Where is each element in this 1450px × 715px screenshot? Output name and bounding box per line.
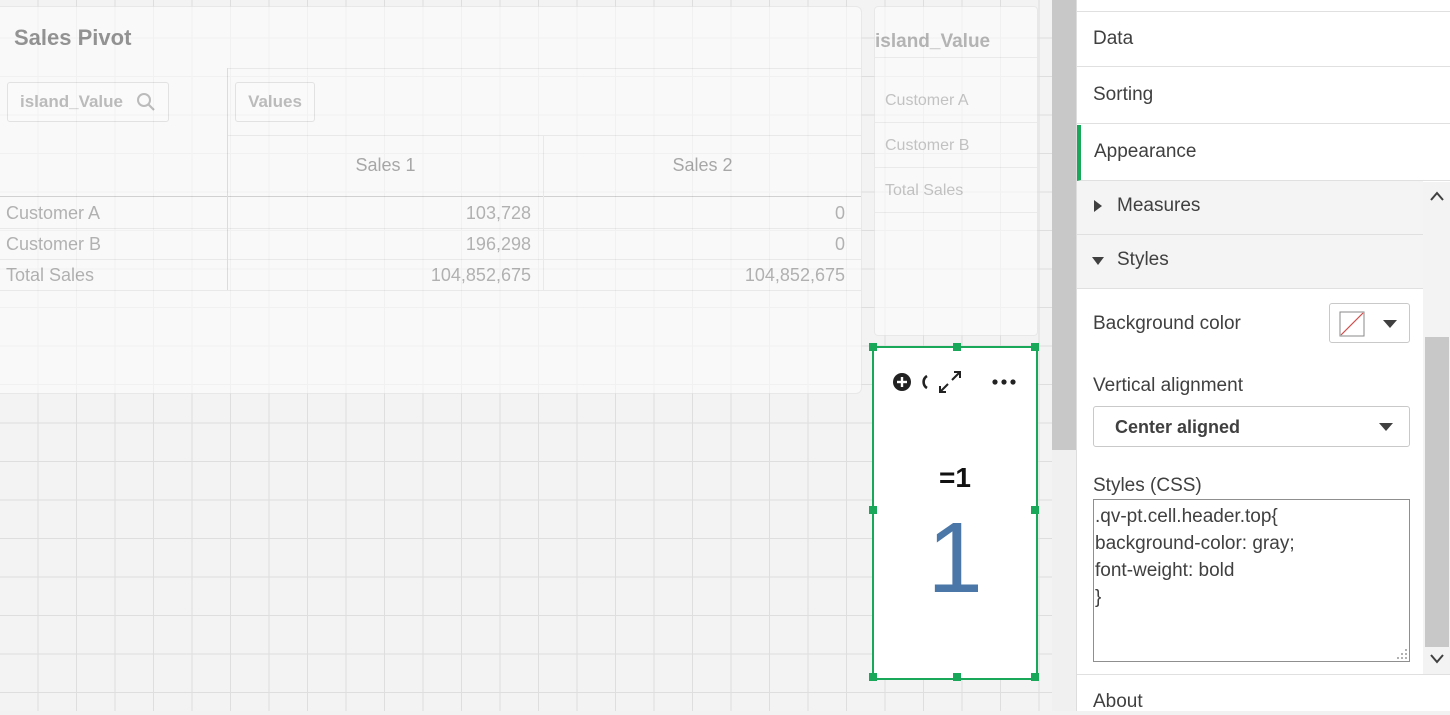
table-cell: 104,852,675	[744, 265, 845, 285]
subsection-styles[interactable]: Styles	[1077, 235, 1423, 289]
section-sorting[interactable]: Sorting	[1077, 68, 1450, 124]
caret-down-icon	[1092, 257, 1104, 265]
pivot-title: Sales Pivot	[14, 25, 132, 50]
kpi-value: 1	[927, 502, 983, 614]
section-label: Data	[1093, 28, 1134, 49]
properties-panel: Data Sorting Appearance Measures Styles …	[1076, 0, 1450, 712]
resize-handle[interactable]	[953, 343, 961, 351]
column-header-sales2[interactable]: Sales 2	[544, 155, 861, 176]
divider	[875, 57, 1037, 58]
canvas-scrollbar[interactable]	[1052, 0, 1076, 711]
styles-css-textarea[interactable]: .qv-pt.cell.header.top{ background-color…	[1093, 499, 1410, 662]
resize-handle[interactable]	[1031, 343, 1039, 351]
refresh-icon[interactable]	[918, 372, 928, 392]
filter-item[interactable]: Total Sales	[885, 182, 963, 200]
scroll-up-icon[interactable]	[1430, 191, 1444, 201]
row-label[interactable]: Customer A	[6, 203, 100, 224]
select-value: Center aligned	[1115, 417, 1241, 437]
table-cell: 0	[834, 203, 845, 223]
table-cell: 0	[834, 234, 845, 254]
object-toolbar	[892, 370, 1022, 394]
scroll-down-icon[interactable]	[1430, 654, 1444, 664]
subsection-label: Measures	[1117, 195, 1201, 216]
formula-label: =1	[939, 462, 971, 493]
panel-scrollbar[interactable]	[1423, 182, 1450, 674]
grid-line	[0, 290, 861, 291]
section-label: Sorting	[1093, 84, 1154, 105]
resize-grip-icon[interactable]	[1396, 648, 1408, 660]
filter-item[interactable]: Customer A	[885, 92, 969, 110]
resize-handle[interactable]	[869, 343, 877, 351]
search-icon	[137, 93, 155, 111]
caret-right-icon	[1094, 200, 1102, 212]
pivot-table[interactable]: Sales Pivot island_Value Values Sales 1 …	[0, 6, 862, 394]
grid-line	[0, 259, 861, 260]
grid-line	[0, 228, 861, 229]
section-data[interactable]: Data	[1077, 11, 1450, 67]
no-color-swatch-icon	[1339, 311, 1365, 337]
background-color-label: Background color	[1093, 313, 1241, 334]
dropdown-arrow-icon	[1383, 320, 1397, 328]
filter-pane[interactable]: island_Value Customer A Customer B Total…	[874, 6, 1038, 336]
more-options-icon[interactable]	[992, 378, 1016, 386]
column-header-sales1[interactable]: Sales 1	[228, 155, 543, 176]
section-label: Appearance	[1094, 141, 1197, 162]
section-about[interactable]: About	[1077, 674, 1450, 715]
subsection-measures[interactable]: Measures	[1077, 181, 1423, 235]
sheet-canvas[interactable]: Sales Pivot island_Value Values Sales 1 …	[0, 0, 1052, 711]
section-label: About	[1093, 691, 1143, 712]
divider	[875, 167, 1037, 168]
filter-title: island_Value	[875, 31, 991, 52]
resize-handle[interactable]	[953, 673, 961, 681]
dimension-chip-label: island_Value	[20, 92, 123, 111]
grid-line	[227, 135, 861, 136]
background-color-picker[interactable]	[1329, 303, 1410, 343]
styles-css-label: Styles (CSS)	[1093, 475, 1202, 496]
grid-line	[0, 196, 861, 197]
text-object-selected[interactable]: =1 1	[869, 343, 1039, 681]
grid-line	[227, 68, 861, 69]
scrollbar-thumb[interactable]	[1052, 0, 1076, 450]
divider	[875, 122, 1037, 123]
section-appearance[interactable]: Appearance	[1077, 125, 1450, 181]
grid-line	[227, 68, 228, 290]
divider	[875, 212, 1037, 213]
scrollbar-thumb[interactable]	[1425, 337, 1449, 647]
vertical-alignment-select[interactable]: Center aligned	[1093, 406, 1410, 447]
table-cell: 196,298	[465, 234, 531, 254]
row-label[interactable]: Total Sales	[6, 265, 94, 286]
expand-icon[interactable]	[936, 368, 964, 396]
resize-handle[interactable]	[869, 673, 877, 681]
values-chip[interactable]: Values	[235, 82, 315, 122]
vertical-alignment-label: Vertical alignment	[1093, 375, 1243, 396]
dropdown-arrow-icon	[1379, 423, 1393, 431]
table-cell: 103,728	[465, 203, 531, 223]
subsection-label: Styles	[1117, 249, 1169, 270]
table-cell: 104,852,675	[430, 265, 531, 285]
add-icon[interactable]	[892, 372, 912, 392]
row-label[interactable]: Customer B	[6, 234, 101, 255]
filter-item[interactable]: Customer B	[885, 137, 969, 155]
resize-handle[interactable]	[1031, 673, 1039, 681]
dimension-chip[interactable]: island_Value	[7, 82, 169, 122]
